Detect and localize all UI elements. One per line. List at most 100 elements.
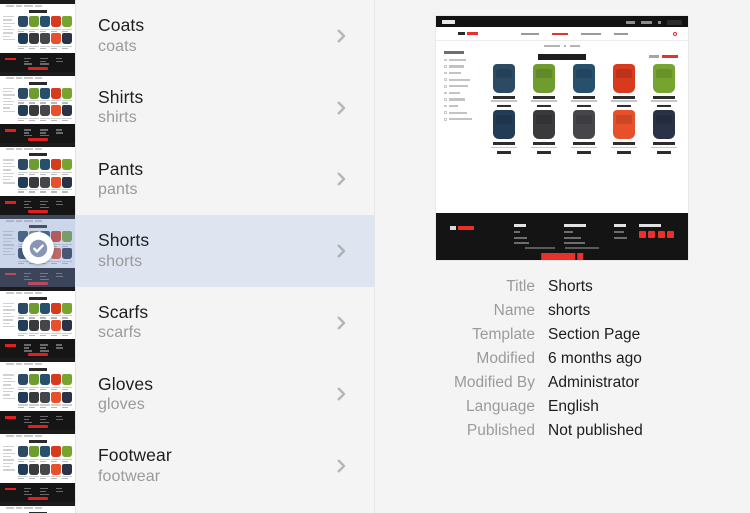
preview-utility-links — [626, 20, 682, 25]
preview-product-card — [566, 110, 602, 154]
metadata-label: Published — [466, 422, 535, 439]
preview-brand — [458, 32, 478, 35]
thumbnail-item[interactable] — [0, 430, 75, 502]
list-item-title: Gloves — [98, 373, 154, 394]
preview-render — [436, 16, 688, 260]
preview-product-image — [573, 64, 595, 93]
metadata-row: Modified 6 months ago — [375, 350, 750, 374]
list-item-name: shorts — [98, 252, 143, 270]
list-item-title: Footwear — [98, 445, 172, 466]
chevron-right-icon[interactable] — [332, 385, 350, 403]
thumbnail-item[interactable] — [0, 0, 75, 72]
preview-sort-control — [649, 55, 678, 58]
list-item[interactable]: Coats coats — [76, 0, 374, 72]
preview-product-desc — [651, 146, 677, 149]
chevron-right-icon[interactable] — [332, 457, 350, 475]
list-item[interactable]: Scarfs scarfs — [76, 286, 374, 359]
metadata-row: Title Shorts — [375, 278, 750, 302]
list-item-texts: Pants pants — [98, 158, 143, 201]
list-item-title: Coats — [98, 15, 145, 36]
list-item-name: footwear — [98, 467, 161, 485]
preview-legal-links — [525, 247, 599, 249]
preview-product-card — [646, 64, 682, 108]
preview-product-image — [533, 110, 555, 140]
preview-product-card — [646, 110, 682, 154]
list-item[interactable]: Footwear footwear — [76, 430, 374, 502]
metadata-value: Administrator — [548, 374, 640, 391]
thumbnail-strip[interactable] — [0, 0, 76, 513]
metadata-value: Section Page — [548, 326, 641, 343]
preview-product-name — [653, 142, 675, 145]
list-item[interactable]: Shorts shorts — [76, 215, 374, 287]
list-item-texts: Scarfs scarfs — [98, 301, 148, 344]
list-item-texts: Shirts shirts — [98, 86, 143, 129]
preview-topbar — [436, 16, 688, 27]
list-item-name: scarfs — [98, 324, 142, 342]
metadata-row: Name shorts — [375, 302, 750, 326]
chevron-right-icon[interactable] — [332, 99, 350, 117]
category-list[interactable]: Coats coats Shirts shirts Pants pants Shorts sh… — [76, 0, 375, 513]
metadata-table: Title Shorts Name shorts Template Section Pag… — [375, 278, 750, 446]
preview-product-price — [497, 151, 511, 154]
metadata-label: Template — [472, 326, 535, 343]
preview-footer-col-about — [614, 224, 627, 242]
metadata-row: Published Not published — [375, 422, 750, 446]
preview-product-card — [486, 110, 522, 154]
list-item[interactable]: Shirts shirts — [76, 71, 374, 144]
preview-product-price — [657, 104, 671, 108]
preview-product-price — [617, 151, 631, 154]
list-item-name: gloves — [98, 396, 145, 414]
metadata-row: Language English — [375, 398, 750, 422]
preview-product-image — [653, 110, 675, 140]
preview-breadcrumb — [544, 45, 580, 48]
list-item-title: Scarfs — [98, 302, 149, 322]
chevron-right-icon[interactable] — [332, 27, 350, 45]
preview-footer-col-community — [564, 224, 586, 248]
list-item-title: Shirts — [98, 86, 144, 107]
preview-product-grid — [486, 64, 682, 154]
preview-product-card — [486, 64, 522, 108]
thumbnail-item[interactable] — [0, 501, 75, 513]
page-preview-thumbnail[interactable] — [436, 16, 688, 260]
preview-product-card — [606, 110, 642, 154]
preview-social-links — [638, 224, 674, 238]
preview-product-desc — [571, 100, 597, 102]
selected-check-icon — [22, 232, 54, 264]
preview-product-price — [537, 151, 551, 154]
chevron-right-icon[interactable] — [332, 170, 350, 188]
preview-facet-filters — [444, 51, 482, 125]
thumbnail-item[interactable] — [0, 286, 75, 359]
preview-product-card — [526, 64, 562, 108]
metadata-label: Language — [466, 398, 535, 415]
preview-product-image — [653, 64, 675, 93]
metadata-row: Template Section Page — [375, 326, 750, 350]
thumbnail-item[interactable] — [0, 71, 75, 144]
preview-product-image — [573, 110, 595, 140]
chevron-right-icon[interactable] — [332, 242, 350, 260]
detail-panel: Title Shorts Name shorts Template Section Pag… — [375, 0, 750, 513]
list-item[interactable]: Pants pants — [76, 143, 374, 216]
list-item-name: shirts — [98, 109, 137, 127]
metadata-value: shorts — [548, 302, 591, 319]
list-item-texts: Coats coats — [98, 14, 144, 57]
thumbnail-item[interactable] — [0, 358, 75, 431]
page-root: Coats coats Shirts shirts Pants pants Shorts sh… — [0, 0, 750, 513]
thumbnail-item[interactable] — [0, 143, 75, 216]
metadata-label: Modified By — [454, 374, 535, 391]
preview-product-image — [493, 64, 515, 93]
preview-product-row — [486, 110, 682, 154]
preview-product-image — [613, 110, 635, 140]
preview-product-row — [486, 64, 682, 108]
preview-product-price — [537, 104, 551, 108]
preview-product-image — [613, 64, 635, 93]
metadata-label: Name — [493, 302, 535, 319]
list-item[interactable]: Gloves gloves — [76, 358, 374, 431]
preview-page-heading — [538, 54, 586, 60]
preview-product-name — [533, 96, 555, 99]
preview-product-card — [526, 110, 562, 154]
chevron-right-icon[interactable] — [332, 314, 350, 332]
preview-product-price — [497, 104, 511, 108]
preview-product-desc — [651, 100, 677, 102]
preview-footer-col-store — [514, 224, 529, 248]
preview-product-desc — [491, 146, 517, 149]
